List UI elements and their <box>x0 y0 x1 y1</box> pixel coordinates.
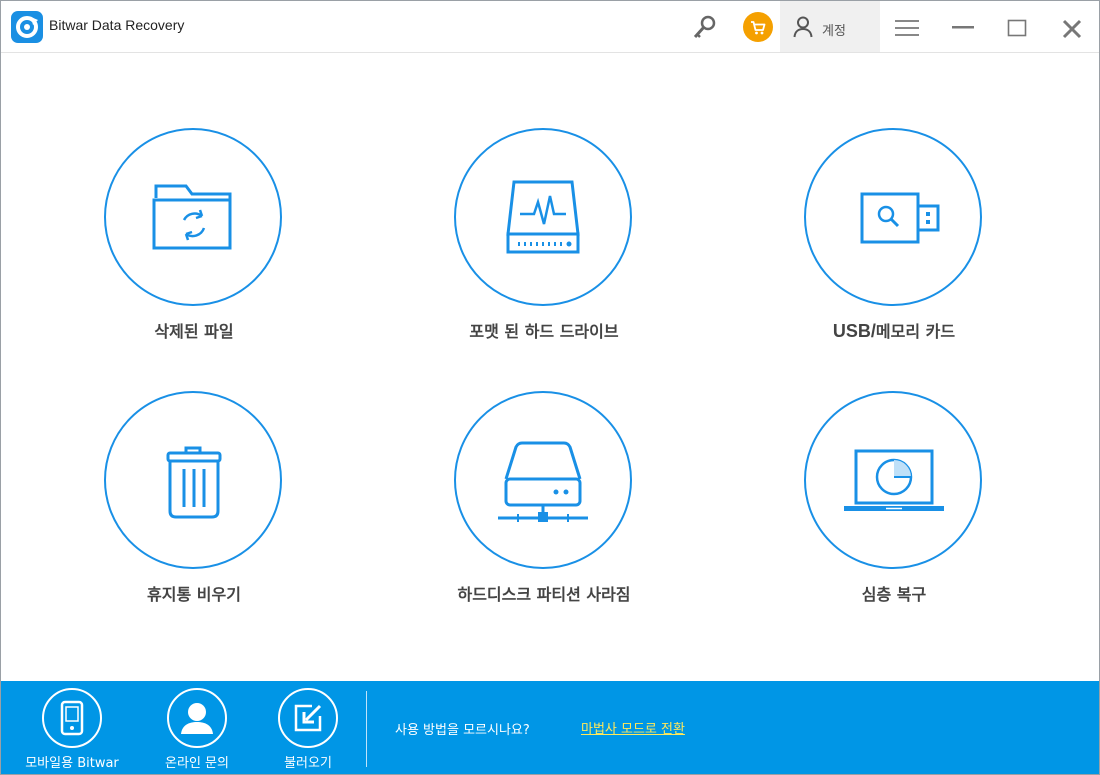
cart-icon[interactable] <box>743 12 773 42</box>
maximize-icon[interactable] <box>1007 19 1027 37</box>
account-label: 계정 <box>822 24 846 39</box>
online-support-button[interactable]: 온라인 문의 <box>147 688 247 774</box>
tile-label: 하드디스크 파티션 사라짐 <box>457 585 631 604</box>
tile-label: 심층 복구 <box>861 585 927 604</box>
tile-usb-memory-card[interactable]: USB/메모리 카드 <box>774 128 1014 368</box>
tile-recycle-bin[interactable]: 휴지통 비우기 <box>74 391 314 631</box>
tile-label-usb: USB/ <box>832 321 876 341</box>
tile-circle <box>454 391 632 569</box>
wizard-mode-link[interactable]: 마법사 모드로 전환 <box>581 718 685 737</box>
tile-formatted-drive[interactable]: 포맷 된 하드 드라이브 <box>424 128 664 368</box>
hamburger-menu-icon[interactable] <box>895 20 919 36</box>
button-ring <box>278 688 338 748</box>
usb-memory-card-icon <box>860 192 940 244</box>
app-window: Bitwar Data Recovery 계정 삭제된 파일 포맷 된 하드 드… <box>0 0 1100 775</box>
tile-circle <box>454 128 632 306</box>
import-label: 불러오기 <box>284 756 332 771</box>
bottom-bar: 모바일용 Bitwar 온라인 문의 불러오기 사용 방법을 모르시나요? 마법… <box>1 681 1099 774</box>
app-title: Bitwar Data Recovery <box>49 17 185 33</box>
mobile-bitwar-button[interactable]: 모바일용 Bitwar <box>22 688 122 774</box>
user-icon <box>793 16 813 38</box>
formatted-drive-icon <box>506 180 580 254</box>
support-person-icon <box>181 703 213 734</box>
mobile-bitwar-label: 모바일용 Bitwar <box>25 756 119 771</box>
import-button[interactable]: 불러오기 <box>258 688 358 774</box>
deleted-folder-icon <box>152 184 232 250</box>
tile-deleted-files[interactable]: 삭제된 파일 <box>74 128 314 368</box>
help-text: 사용 방법을 모르시나요? <box>395 723 530 738</box>
bitwar-logo-icon <box>11 11 43 43</box>
online-support-label: 온라인 문의 <box>165 756 229 771</box>
button-ring <box>42 688 102 748</box>
mobile-phone-icon <box>60 700 84 736</box>
tile-label: 휴지통 비우기 <box>147 585 241 604</box>
tile-circle <box>104 391 282 569</box>
close-icon[interactable] <box>1061 18 1083 40</box>
tile-label: 포맷 된 하드 드라이브 <box>469 322 619 341</box>
lost-partition-icon <box>498 441 588 522</box>
tile-circle <box>804 391 982 569</box>
tile-label-memory-card: 메모리 카드 <box>875 322 956 341</box>
import-icon <box>294 704 322 732</box>
account-button[interactable]: 계정 <box>780 1 880 52</box>
tile-circle <box>104 128 282 306</box>
footer-divider <box>366 691 367 767</box>
tile-circle <box>804 128 982 306</box>
tile-label: USB/메모리 카드 <box>774 318 1014 342</box>
button-ring <box>167 688 227 748</box>
title-bar: Bitwar Data Recovery 계정 <box>1 1 1099 53</box>
tile-deep-recovery[interactable]: 심층 복구 <box>774 391 1014 631</box>
minimize-icon[interactable] <box>951 21 975 33</box>
key-icon[interactable] <box>691 13 719 41</box>
recycle-bin-icon <box>166 446 222 519</box>
tile-label: 삭제된 파일 <box>154 322 234 341</box>
tile-lost-partition[interactable]: 하드디스크 파티션 사라짐 <box>424 391 664 631</box>
deep-scan-laptop-icon <box>844 449 944 511</box>
